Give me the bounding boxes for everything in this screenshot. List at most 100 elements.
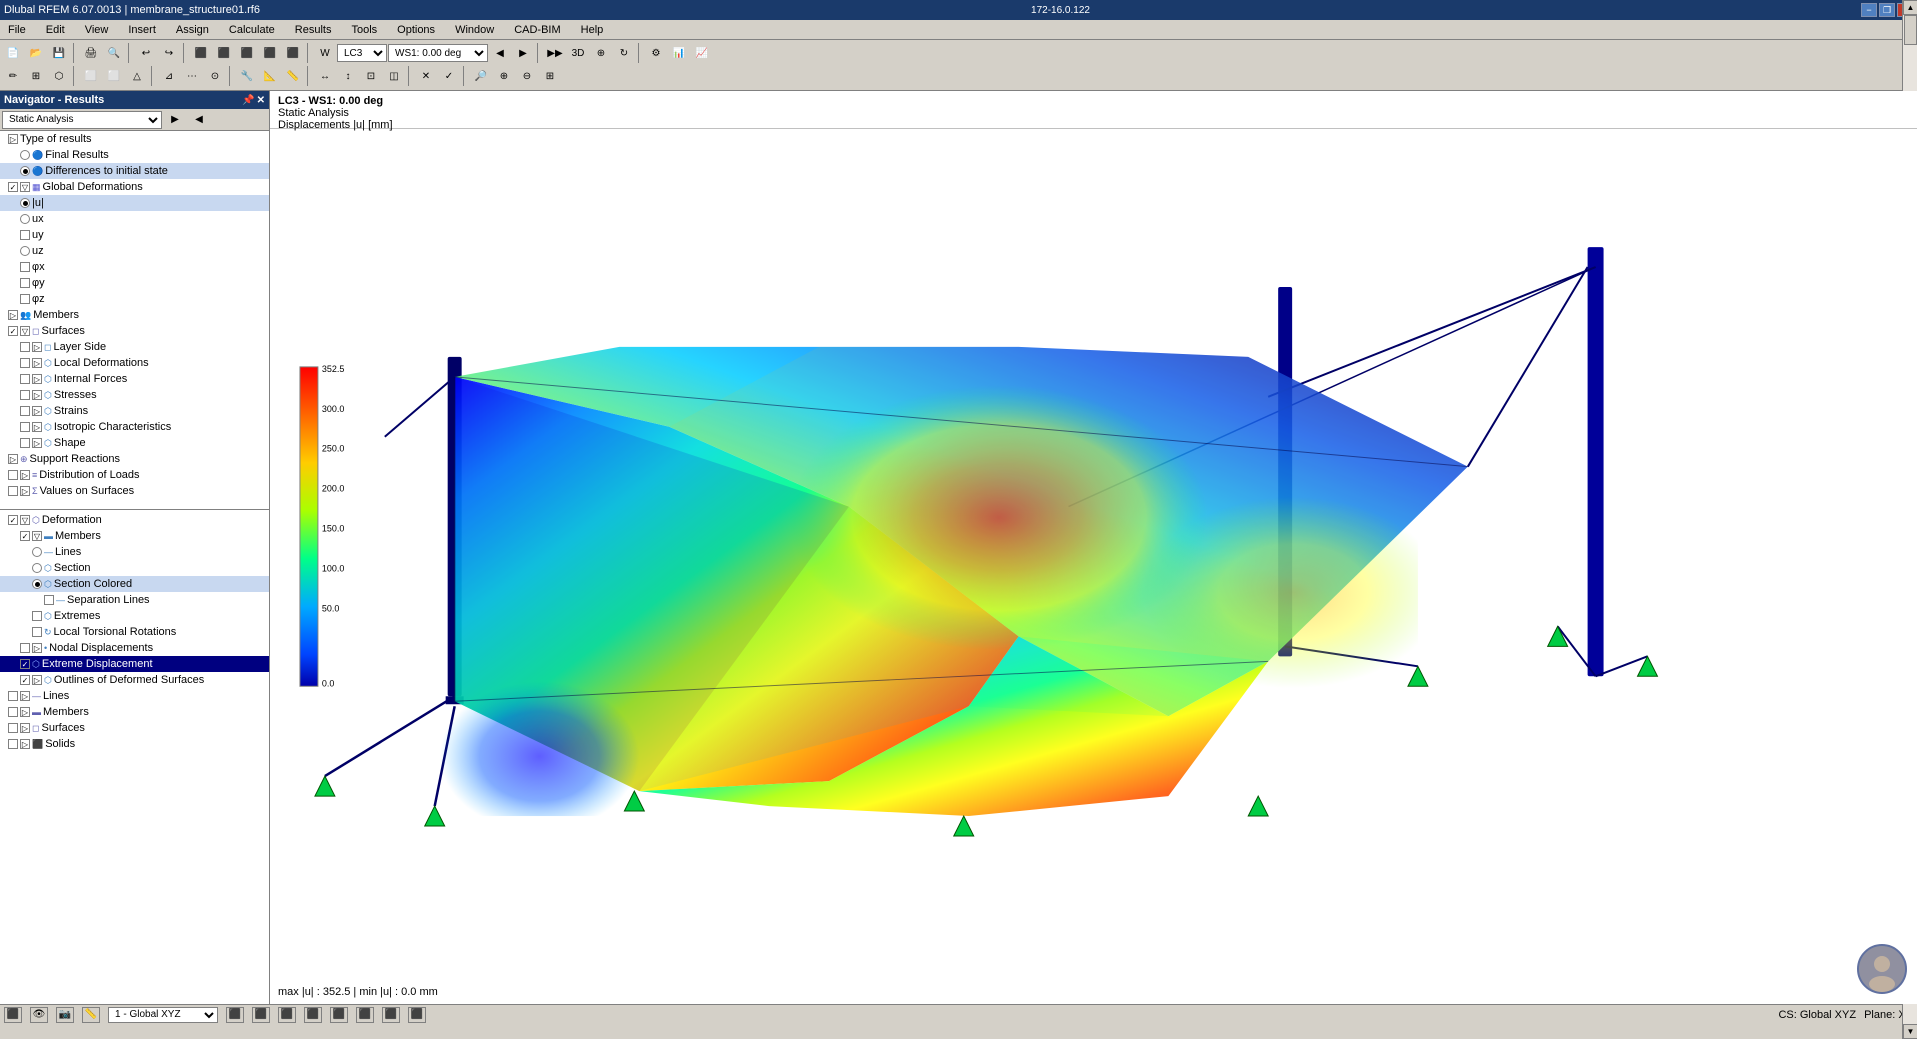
radio-def-section[interactable] bbox=[32, 563, 42, 573]
tb-btn-9[interactable]: W bbox=[314, 43, 336, 63]
menu-cad-bim[interactable]: CAD-BIM bbox=[510, 22, 564, 38]
tb2-btn-1[interactable]: ✏ bbox=[2, 66, 24, 86]
expand-def-members[interactable]: ▽ bbox=[32, 531, 42, 541]
tb-btn-5[interactable]: ⬛ bbox=[213, 43, 235, 63]
tb2-btn-13[interactable]: ↔ bbox=[314, 66, 336, 86]
nav-differences[interactable]: 🔵 Differences to initial state bbox=[0, 163, 269, 179]
check-phiy[interactable] bbox=[20, 278, 30, 288]
check-local-def[interactable] bbox=[20, 358, 30, 368]
radio-final-results[interactable] bbox=[20, 150, 30, 160]
nav-def-separation-lines[interactable]: — Separation Lines bbox=[0, 592, 269, 608]
check-def-lines-section[interactable] bbox=[8, 691, 18, 701]
expand-def-lines-section[interactable]: ▷ bbox=[20, 691, 30, 701]
nav-internal-forces[interactable]: ▷ ⬡ Internal Forces bbox=[0, 371, 269, 387]
menu-help[interactable]: Help bbox=[577, 22, 608, 38]
nav-type-of-results[interactable]: ▷ Type of results bbox=[0, 131, 269, 147]
nav-uz[interactable]: uz bbox=[0, 243, 269, 259]
status-nav-6[interactable]: ⬛ bbox=[356, 1007, 374, 1023]
nav-deformation-section[interactable]: ✓ ▽ ⬡ Deformation bbox=[0, 512, 269, 528]
tb-btn-6[interactable]: ⬛ bbox=[236, 43, 258, 63]
expand-shape[interactable]: ▷ bbox=[32, 438, 42, 448]
tb-more-2[interactable]: 📊 bbox=[668, 43, 690, 63]
nav-def-lines-section[interactable]: ▷ — Lines bbox=[0, 688, 269, 704]
tb-btn-4[interactable]: ⬛ bbox=[190, 43, 212, 63]
nav-def-nodal[interactable]: ▷ • Nodal Displacements bbox=[0, 640, 269, 656]
status-icon-3[interactable]: 📷 bbox=[56, 1007, 74, 1023]
tb-zoom-fit[interactable]: ⊕ bbox=[590, 43, 612, 63]
check-layer-side[interactable] bbox=[20, 342, 30, 352]
nav-distribution[interactable]: ▷ ≡ Distribution of Loads bbox=[0, 467, 269, 483]
nav-global-deformations[interactable]: ✓ ▽ ▦ Global Deformations bbox=[0, 179, 269, 195]
nav-surfaces[interactable]: ✓ ▽ ◻ Surfaces bbox=[0, 323, 269, 339]
status-nav-4[interactable]: ⬛ bbox=[304, 1007, 322, 1023]
tb2-btn-15[interactable]: ⊡ bbox=[360, 66, 382, 86]
status-nav-2[interactable]: ⬛ bbox=[252, 1007, 270, 1023]
expand-strains[interactable]: ▷ bbox=[32, 406, 42, 416]
nav-layer-side[interactable]: ▷ ◻ Layer Side bbox=[0, 339, 269, 355]
nav-expand-btn[interactable]: ▶ bbox=[164, 110, 186, 130]
nav-def-local-tors[interactable]: ↻ Local Torsional Rotations bbox=[0, 624, 269, 640]
menu-edit[interactable]: Edit bbox=[42, 22, 69, 38]
nav-def-extremes[interactable]: ⬡ Extremes bbox=[0, 608, 269, 624]
check-internal-forces[interactable] bbox=[20, 374, 30, 384]
nav-def-solids[interactable]: ▷ ⬛ Solids bbox=[0, 736, 269, 752]
expand-nodal[interactable]: ▷ bbox=[32, 643, 42, 653]
expand-def-solids[interactable]: ▷ bbox=[20, 739, 30, 749]
status-nav-5[interactable]: ⬛ bbox=[330, 1007, 348, 1023]
check-deformation-section[interactable]: ✓ bbox=[8, 515, 18, 525]
nav-def-surfaces-section[interactable]: ▷ ◻ Surfaces bbox=[0, 720, 269, 736]
nav-phiy[interactable]: φy bbox=[0, 275, 269, 291]
nav-def-section-colored[interactable]: ⬡ Section Colored bbox=[0, 576, 269, 592]
radio-uz[interactable] bbox=[20, 246, 30, 256]
check-outlines[interactable]: ✓ bbox=[20, 675, 30, 685]
tb2-btn-6[interactable]: △ bbox=[126, 66, 148, 86]
tb2-btn-16[interactable]: ◫ bbox=[383, 66, 405, 86]
tb-more-1[interactable]: ⚙ bbox=[645, 43, 667, 63]
tb-new[interactable]: 📄 bbox=[2, 43, 24, 63]
tb-preview[interactable]: 🔍 bbox=[103, 43, 125, 63]
nav-members[interactable]: ▷ 👥 Members bbox=[0, 307, 269, 323]
check-global-deformations[interactable]: ✓ bbox=[8, 182, 18, 192]
check-extreme-disp[interactable]: ✓ bbox=[20, 659, 30, 669]
nav-pin-icon[interactable]: 📌 bbox=[242, 95, 254, 106]
nav-support-reactions[interactable]: ▷ ⊕ Support Reactions bbox=[0, 451, 269, 467]
status-icon-1[interactable]: ⬛ bbox=[4, 1007, 22, 1023]
check-strains[interactable] bbox=[20, 406, 30, 416]
expand-distribution[interactable]: ▷ bbox=[20, 470, 30, 480]
ws-combo[interactable]: WS1: 0.00 deg bbox=[388, 44, 488, 62]
tb2-btn-17[interactable]: ✕ bbox=[415, 66, 437, 86]
status-nav-3[interactable]: ⬛ bbox=[278, 1007, 296, 1023]
check-values[interactable] bbox=[8, 486, 18, 496]
tb-next-lc[interactable]: ▶ bbox=[512, 43, 534, 63]
tb2-btn-3[interactable]: ⬡ bbox=[48, 66, 70, 86]
expand-def-members-section[interactable]: ▷ bbox=[20, 707, 30, 717]
check-isotropic[interactable] bbox=[20, 422, 30, 432]
restore-button[interactable]: ❐ bbox=[1879, 3, 1895, 17]
tb2-btn-4[interactable]: ⬜ bbox=[80, 66, 102, 86]
status-nav-8[interactable]: ⬛ bbox=[408, 1007, 426, 1023]
expand-layer-side[interactable]: ▷ bbox=[32, 342, 42, 352]
tb-btn-7[interactable]: ⬛ bbox=[259, 43, 281, 63]
tb2-btn-8[interactable]: ⋯ bbox=[181, 66, 203, 86]
check-local-tors[interactable] bbox=[32, 627, 42, 637]
check-extremes[interactable] bbox=[32, 611, 42, 621]
tb2-btn-10[interactable]: 🔧 bbox=[236, 66, 258, 86]
check-def-solids[interactable] bbox=[8, 739, 18, 749]
radio-differences[interactable] bbox=[20, 166, 30, 176]
tb-redo[interactable]: ↪ bbox=[158, 43, 180, 63]
menu-view[interactable]: View bbox=[81, 22, 113, 38]
tb-more-3[interactable]: 📈 bbox=[691, 43, 713, 63]
tb2-btn-7[interactable]: ⊿ bbox=[158, 66, 180, 86]
nav-def-section[interactable]: ⬡ Section bbox=[0, 560, 269, 576]
nav-def-members-section[interactable]: ▷ ▬ Members bbox=[0, 704, 269, 720]
tb-view-3d[interactable]: 3D bbox=[567, 43, 589, 63]
nav-shape[interactable]: ▷ ⬡ Shape bbox=[0, 435, 269, 451]
nav-phiz[interactable]: φz bbox=[0, 291, 269, 307]
check-phix[interactable] bbox=[20, 262, 30, 272]
tb2-btn-14[interactable]: ↕ bbox=[337, 66, 359, 86]
expand-local-def[interactable]: ▷ bbox=[32, 358, 42, 368]
viewport-canvas[interactable]: 352.5 300.0 250.0 200.0 150.0 100.0 50.0… bbox=[270, 129, 1917, 1004]
nav-analysis-select[interactable]: Static Analysis bbox=[2, 111, 162, 129]
check-sep-lines[interactable] bbox=[44, 595, 54, 605]
tb-calc[interactable]: ▶▶ bbox=[544, 43, 566, 63]
